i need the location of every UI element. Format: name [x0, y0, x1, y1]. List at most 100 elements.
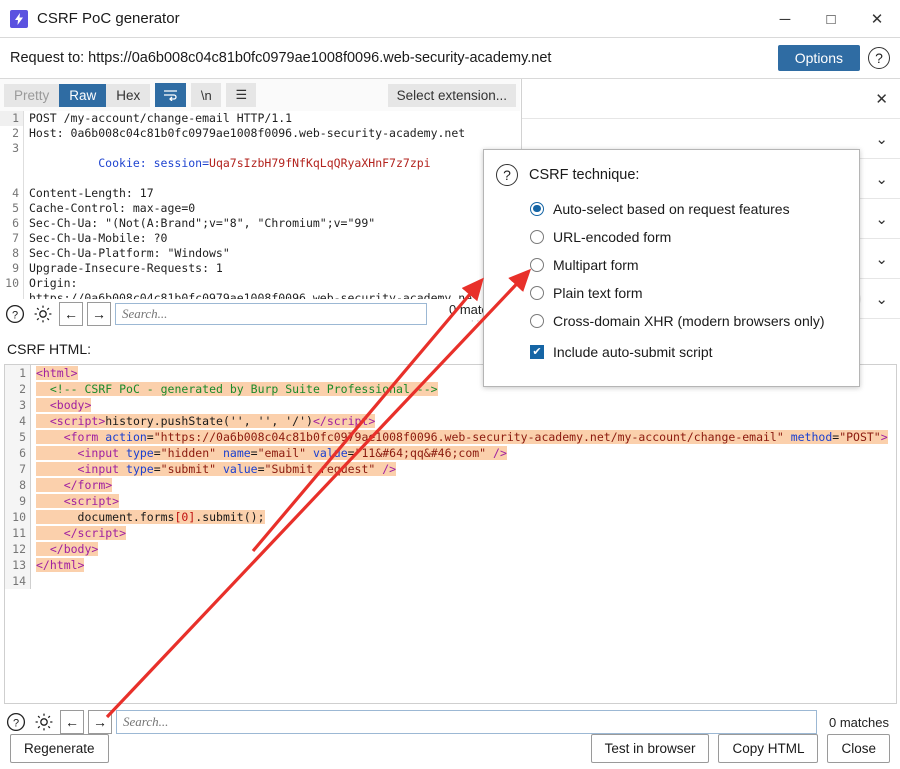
close-icon[interactable]: ✕	[875, 90, 888, 108]
code-token: .submit();	[195, 510, 264, 524]
csrf-html-line: 7 <input type="submit" value="Submit req…	[5, 461, 896, 477]
help-icon[interactable]: ?	[3, 302, 27, 326]
line-text: <script>	[31, 493, 119, 509]
code-token: </form>	[64, 478, 112, 492]
search-next-button[interactable]: →	[87, 302, 111, 326]
radio-icon[interactable]	[530, 230, 544, 244]
code-token: </body>	[50, 542, 98, 556]
gear-icon[interactable]	[31, 302, 55, 326]
code-token: <script>	[64, 494, 119, 508]
newline-button[interactable]: \n	[191, 83, 221, 107]
svg-text:?: ?	[12, 310, 18, 322]
code-token: method	[784, 430, 832, 444]
inspector-close-row: ✕	[522, 79, 900, 119]
line-text: document.forms[0].submit();	[31, 509, 265, 525]
line-number: 1	[5, 365, 31, 381]
code-token: value	[216, 462, 258, 476]
word-wrap-icon[interactable]	[155, 83, 186, 107]
copy-html-button[interactable]: Copy HTML	[718, 734, 818, 763]
code-token: name	[216, 446, 251, 460]
radio-option-auto-select[interactable]: Auto-select based on request features	[530, 197, 843, 220]
line-text: <input type="hidden" name="email" value=…	[31, 445, 507, 461]
csrf-html-line: 11 </script>	[5, 525, 896, 541]
code-token: "Submit request"	[265, 462, 376, 476]
maximize-icon[interactable]: □	[808, 0, 854, 38]
line-text: Sec-Ch-Ua-Platform: "Windows"	[24, 246, 230, 261]
chevron-down-icon[interactable]: ⌄	[875, 290, 888, 308]
line-number: 2	[5, 381, 31, 397]
radio-option-url-encoded-form[interactable]: URL-encoded form	[530, 225, 843, 248]
code-token: <script>	[50, 414, 105, 428]
chevron-down-icon[interactable]: ⌄	[875, 210, 888, 228]
line-number: 11	[5, 525, 31, 541]
radio-icon[interactable]	[530, 314, 544, 328]
code-token: <body>	[50, 398, 92, 412]
test-in-browser-button[interactable]: Test in browser	[591, 734, 710, 763]
request-line: 1 POST /my-account/change-email HTTP/1.1	[0, 111, 520, 126]
radio-option-plain-text-form[interactable]: Plain text form	[530, 281, 843, 304]
code-token: </html>	[36, 558, 84, 572]
code-token: document.forms	[36, 510, 174, 524]
line-number: 10	[5, 509, 31, 525]
radio-icon[interactable]	[530, 286, 544, 300]
view-mode-group: Pretty Raw Hex	[4, 84, 150, 107]
request-line-wrapped: https://0a6b008c04c81b0fc0979ae1008f0096…	[0, 291, 520, 299]
tab-pretty[interactable]: Pretty	[4, 84, 59, 107]
search-input[interactable]	[115, 303, 427, 325]
code-token: "POST"	[839, 430, 881, 444]
line-number: 7	[5, 461, 31, 477]
checkbox-include-auto-submit-script[interactable]: ✔ Include auto-submit script	[530, 344, 843, 360]
code-token	[36, 542, 50, 556]
request-line: 6 Sec-Ch-Ua: "(Not(A:Brand";v="8", "Chro…	[0, 216, 520, 231]
csrf-html-line: 3 <body>	[5, 397, 896, 413]
csrf-html-line: 9 <script>	[5, 493, 896, 509]
line-text: <body>	[31, 397, 91, 413]
help-icon[interactable]: ?	[868, 47, 890, 69]
radio-option-multipart-form[interactable]: Multipart form	[530, 253, 843, 276]
radio-label: Plain text form	[553, 285, 642, 301]
select-extension-button[interactable]: Select extension...	[388, 84, 516, 107]
csrf-html-line: 10 document.forms[0].submit();	[5, 509, 896, 525]
hamburger-menu-icon[interactable]: ☰	[226, 83, 256, 107]
line-number: 8	[0, 246, 24, 261]
line-number	[0, 291, 24, 299]
line-text: https://0a6b008c04c81b0fc0979ae1008f0096…	[24, 291, 479, 299]
request-code-view[interactable]: 1 POST /my-account/change-email HTTP/1.1…	[0, 111, 520, 299]
radio-option-cross-domain-xhr[interactable]: Cross-domain XHR (modern browsers only)	[530, 309, 843, 332]
tab-hex[interactable]: Hex	[106, 84, 150, 107]
chevron-down-icon[interactable]: ⌄	[875, 250, 888, 268]
request-line: 4 Content-Length: 17	[0, 186, 520, 201]
radio-icon[interactable]	[530, 258, 544, 272]
window-title: CSRF PoC generator	[37, 10, 180, 27]
code-token: =	[251, 446, 258, 460]
line-number: 5	[0, 201, 24, 216]
tab-raw[interactable]: Raw	[59, 84, 106, 107]
close-button[interactable]: Close	[827, 734, 890, 763]
chevron-down-icon[interactable]: ⌄	[875, 130, 888, 148]
close-icon[interactable]: ✕	[854, 0, 900, 38]
chevron-down-icon[interactable]: ⌄	[875, 170, 888, 188]
code-token: type	[119, 462, 154, 476]
line-number: 2	[0, 126, 24, 141]
code-token: [0]	[174, 510, 195, 524]
minimize-icon[interactable]: ─	[762, 0, 808, 38]
csrf-html-line: 13 </html>	[5, 557, 896, 573]
code-token	[36, 446, 78, 460]
regenerate-button[interactable]: Regenerate	[10, 734, 109, 763]
code-token: value	[306, 446, 348, 460]
line-text: Sec-Ch-Ua: "(Not(A:Brand";v="8", "Chromi…	[24, 216, 375, 231]
code-token: =	[348, 446, 355, 460]
options-button[interactable]: Options	[778, 45, 860, 71]
request-line: 7 Sec-Ch-Ua-Mobile: ?0	[0, 231, 520, 246]
code-token	[36, 478, 64, 492]
csrf-html-code-view[interactable]: 1<html>2 <!-- CSRF PoC - generated by Bu…	[4, 364, 897, 704]
code-token: type	[119, 446, 154, 460]
radio-icon[interactable]	[530, 202, 544, 216]
search-prev-button[interactable]: ←	[59, 302, 83, 326]
code-token	[36, 382, 50, 396]
request-line: 5 Cache-Control: max-age=0	[0, 201, 520, 216]
help-icon[interactable]: ?	[496, 164, 518, 186]
checkbox-icon[interactable]: ✔	[530, 345, 544, 359]
line-number: 13	[5, 557, 31, 573]
cookie-name: Cookie: session=	[98, 156, 209, 170]
